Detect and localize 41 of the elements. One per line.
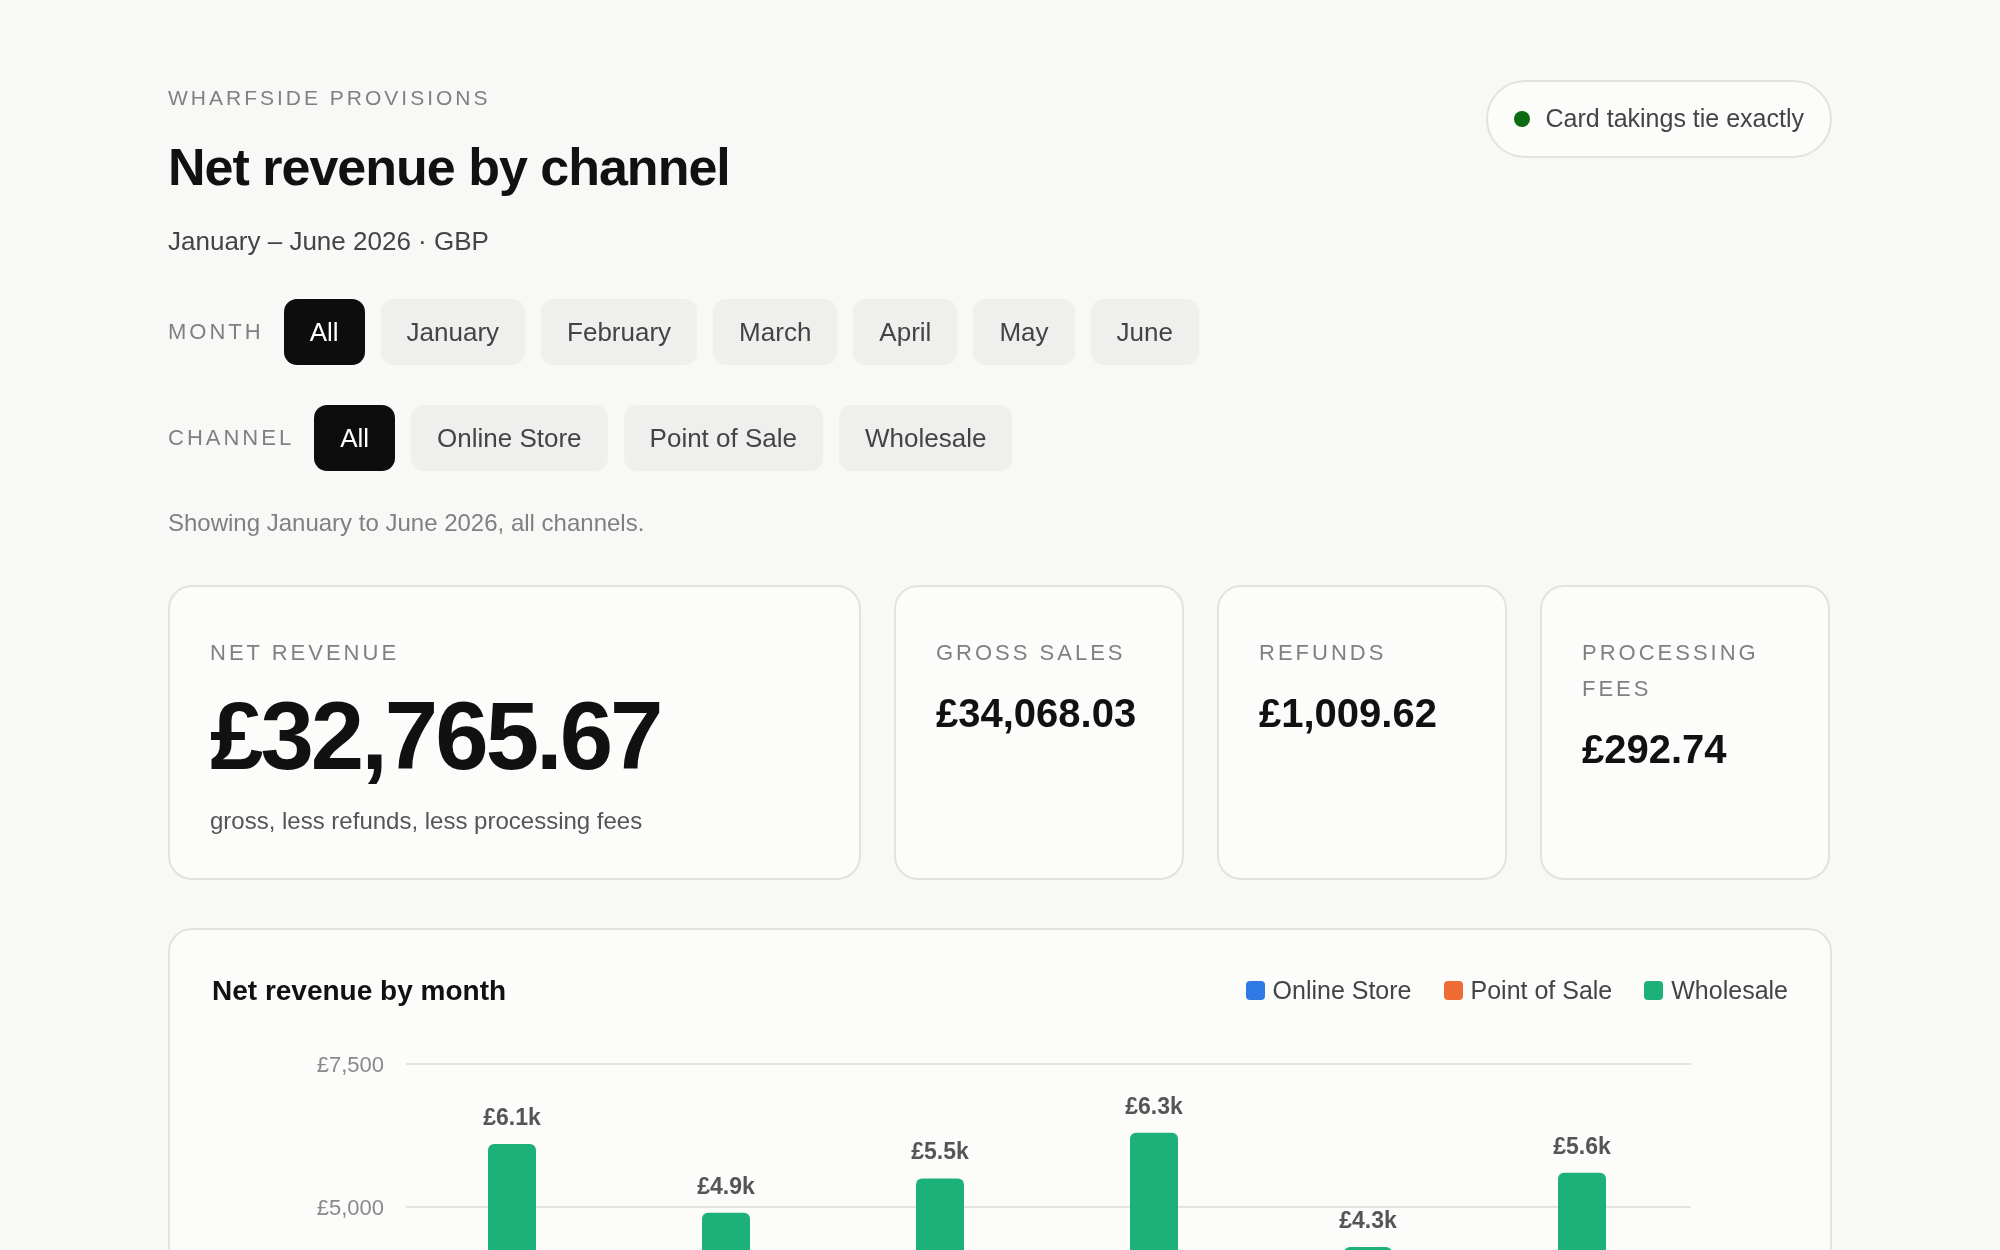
bar-value-label: £5.6k [1553,1132,1611,1159]
y-axis-label: £7,500 [316,1051,384,1077]
bar-value-label: £6.3k [1125,1092,1183,1119]
filter-chip[interactable]: March [713,298,838,365]
legend-label: Online Store [1272,974,1412,1006]
metric-label: REFUNDS [1259,638,1388,667]
filter-chip[interactable]: May [973,298,1075,365]
brand-label: WHARFSIDE PROVISIONS [168,85,492,111]
filter-chip[interactable]: All [283,298,365,365]
metric-value: £34,068.03 [936,689,1138,737]
y-axis-label: £5,000 [316,1194,384,1220]
chart-title: Net revenue by month [212,973,507,1008]
metric-value: £32,765.67 [210,680,662,791]
filter-chip[interactable]: February [541,298,698,365]
filter-chip[interactable]: January [380,298,526,365]
filter-chip[interactable]: Online Store [411,404,608,471]
legend-label: Point of Sale [1470,974,1613,1006]
bar [1344,1246,1392,1250]
bar-value-label: £4.3k [1339,1206,1397,1233]
filter-chip[interactable]: April [853,298,958,365]
bar-value-label: £5.5k [911,1137,969,1164]
legend-label: Wholesale [1671,974,1788,1006]
date-range-subtitle: January – June 2026 · GBP [168,224,490,258]
bar-value-label: £4.9k [697,1172,755,1199]
filter-chip[interactable]: June [1090,298,1199,365]
status-label: Card takings tie exactly [1545,103,1804,134]
filter-label: MONTH [168,318,264,346]
bar-value-label: £6.1k [483,1103,541,1130]
metric-caption: gross, less refunds, less processing fees [210,805,644,836]
metric-label: GROSS SALES [936,638,1127,667]
filter-chip[interactable]: Wholesale [839,404,1013,471]
filter-chip[interactable]: Point of Sale [623,404,823,471]
bar [702,1212,750,1250]
filter-summary: Showing January to June 2026, all channels. [168,507,646,538]
filter-label: CHANNEL [168,424,295,452]
page-title: Net revenue by channel [168,136,730,198]
metric-value: £292.74 [1582,725,1728,773]
metric-value: £1,009.62 [1259,689,1438,737]
filter-chip[interactable]: All [314,404,396,471]
metric-label: PROCESSING FEES [1582,638,1760,703]
metric-label: NET REVENUE [210,638,401,667]
